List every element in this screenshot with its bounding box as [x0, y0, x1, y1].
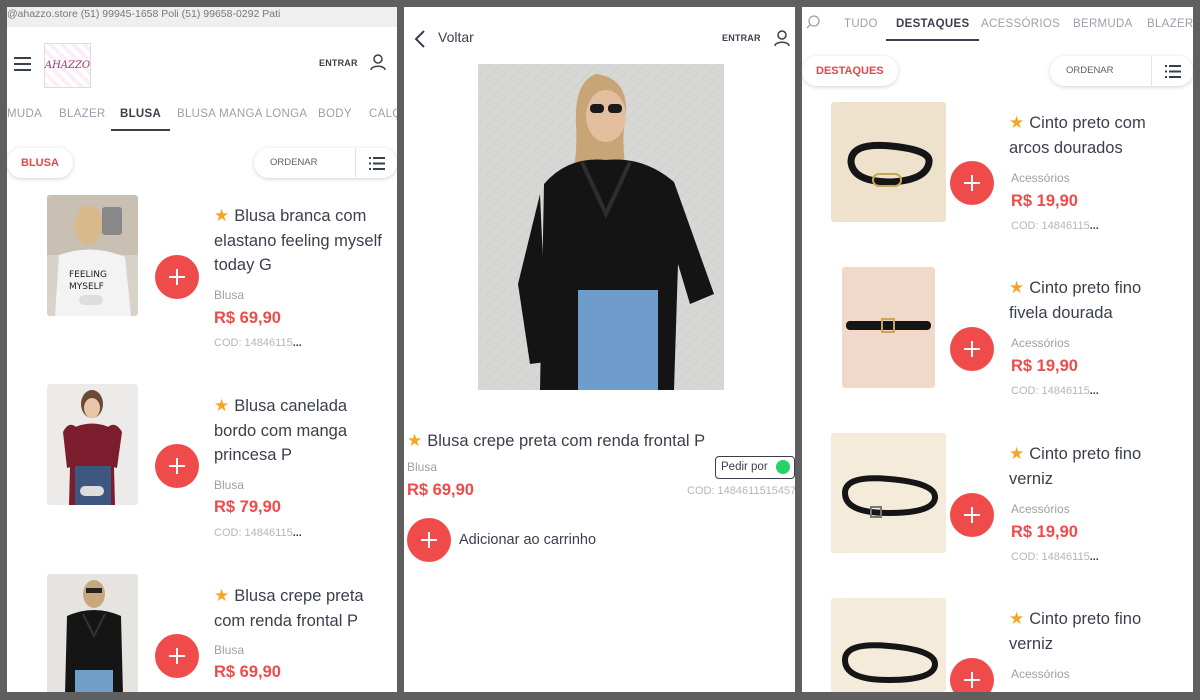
product-code: COD: 14846115...	[214, 337, 302, 349]
sort-button[interactable]: ORDENAR POR	[1050, 56, 1153, 86]
product-price: R$ 19,90	[1011, 523, 1078, 541]
svg-text:FEELING: FEELING	[69, 270, 107, 280]
product-title[interactable]: ★ Cinto preto fino verniz	[1009, 607, 1174, 656]
active-filter-chip[interactable]: BLUSA	[7, 148, 73, 178]
product-category: Blusa	[214, 478, 245, 492]
product-code: COD: 14846115...	[1011, 385, 1099, 397]
sort-control: ORDENAR POR	[254, 148, 397, 178]
svg-text:MYSELF: MYSELF	[69, 282, 104, 292]
product-image-blusa-canelada[interactable]	[47, 384, 138, 505]
product-price: R$ 79,90	[214, 498, 281, 516]
product-image-cinto-fivela[interactable]	[842, 267, 935, 388]
product-code: COD: 14846115...	[214, 527, 302, 539]
star-icon: ★	[1009, 609, 1025, 628]
product-image-cinto-verniz[interactable]	[831, 433, 946, 553]
star-icon: ★	[1009, 278, 1025, 297]
star-icon: ★	[1009, 113, 1025, 132]
sort-button[interactable]: ORDENAR POR	[254, 148, 357, 178]
star-icon: ★	[214, 206, 230, 225]
product-category: Acessórios	[1011, 502, 1070, 516]
star-icon: ★	[214, 586, 230, 605]
tab-body[interactable]: BODY	[318, 97, 352, 131]
product-title[interactable]: ★ Blusa crepe preta com renda frontal P	[214, 584, 394, 633]
product-main-image[interactable]	[478, 64, 724, 390]
category-tabs: TUDO DESTAQUES ACESSÓRIOS BERMUDA BLAZER	[802, 7, 1193, 41]
product-title[interactable]: ★ Blusa canelada bordo com manga princesa…	[214, 394, 384, 468]
add-to-cart-label[interactable]: Adicionar ao carrinho	[459, 532, 596, 548]
product-code: COD: 14846115...	[1011, 220, 1099, 232]
star-icon: ★	[1009, 444, 1025, 463]
product-image-cinto-verniz-2[interactable]	[831, 598, 946, 692]
login-link[interactable]: ENTRAR	[722, 33, 761, 43]
add-to-cart-button[interactable]	[155, 255, 199, 299]
product-category: Acessórios	[1011, 171, 1070, 185]
user-icon[interactable]	[369, 53, 387, 71]
order-whatsapp-button[interactable]: Pedir por	[715, 456, 795, 479]
tab-bermuda[interactable]: BERMUDA	[1073, 7, 1133, 41]
tab-acessorios[interactable]: ACESSÓRIOS	[981, 7, 1060, 41]
category-panel-blusa: @ahazzo.store (51) 99945-1658 Poli (51) …	[7, 7, 397, 692]
category-panel-destaques: TUDO DESTAQUES ACESSÓRIOS BERMUDA BLAZER…	[802, 7, 1193, 692]
product-category: Blusa	[214, 288, 245, 302]
product-code: COD: 14846115154575	[687, 485, 795, 497]
star-icon: ★	[214, 396, 230, 415]
product-price: R$ 69,90	[214, 663, 281, 681]
product-category: Acessórios	[1011, 667, 1070, 681]
add-to-cart-button[interactable]	[950, 161, 994, 205]
tab-blusa-manga-longa[interactable]: BLUSA MANGA LONGA	[177, 97, 307, 131]
sort-control: ORDENAR POR	[1050, 56, 1193, 86]
product-category: Blusa	[407, 460, 438, 474]
active-filter-chip[interactable]: DESTAQUES	[802, 56, 898, 86]
star-icon: ★	[407, 431, 423, 450]
menu-icon[interactable]	[14, 57, 31, 75]
product-title[interactable]: ★ Blusa branca com elastano feeling mysel…	[214, 204, 384, 278]
product-category: Blusa	[214, 643, 245, 657]
tab-tudo[interactable]: TUDO	[844, 7, 878, 41]
product-price: R$ 69,90	[407, 481, 474, 499]
product-detail-panel: Voltar ENTRAR ★ Blusa crepe preta com ren…	[404, 7, 795, 692]
product-category: Acessórios	[1011, 336, 1070, 350]
product-price: R$ 69,90	[214, 309, 281, 327]
tab-muda[interactable]: MUDA	[7, 97, 42, 131]
product-image-blusa-branca[interactable]: FEELING MYSELF	[47, 195, 138, 316]
add-to-cart-button[interactable]	[950, 327, 994, 371]
product-title[interactable]: ★ Cinto preto fino fivela dourada	[1009, 276, 1174, 325]
list-view-icon[interactable]	[356, 148, 397, 178]
product-title: ★ Blusa crepe preta com renda frontal P	[407, 431, 706, 450]
back-button[interactable]: Voltar	[438, 29, 474, 45]
product-price: R$ 19,90	[1011, 192, 1078, 210]
tab-blazer[interactable]: BLAZER	[1147, 7, 1193, 41]
user-icon[interactable]	[773, 29, 791, 47]
add-to-cart-button[interactable]	[950, 493, 994, 537]
category-tabs: MUDA BLAZER BLUSA BLUSA MANGA LONGA BODY…	[7, 97, 397, 131]
tab-blazer[interactable]: BLAZER	[59, 97, 106, 131]
list-view-icon[interactable]	[1152, 56, 1193, 86]
back-arrow-icon[interactable]	[414, 29, 426, 49]
product-code: COD: 14846115...	[1011, 551, 1099, 563]
whatsapp-icon	[776, 460, 790, 474]
add-to-cart-button[interactable]	[950, 658, 994, 692]
product-title[interactable]: ★ Cinto preto com arcos dourados	[1009, 111, 1174, 160]
add-to-cart-button[interactable]	[155, 444, 199, 488]
login-link[interactable]: ENTRAR	[319, 58, 358, 68]
add-to-cart-button[interactable]	[155, 634, 199, 678]
product-image-blusa-crepe[interactable]	[47, 574, 138, 692]
product-title[interactable]: ★ Cinto preto fino verniz	[1009, 442, 1174, 491]
add-to-cart-button[interactable]	[407, 518, 451, 562]
order-whatsapp-label: Pedir por	[721, 461, 768, 473]
tab-calca[interactable]: CALÇ	[369, 97, 397, 131]
product-price: R$ 19,90	[1011, 357, 1078, 375]
contact-bar: @ahazzo.store (51) 99945-1658 Poli (51) …	[7, 7, 397, 27]
store-logo[interactable]: AHAZZO	[44, 43, 91, 88]
product-image-cinto-arcos[interactable]	[831, 102, 946, 222]
tab-blusa[interactable]: BLUSA	[111, 97, 171, 131]
tab-destaques[interactable]: DESTAQUES	[886, 7, 980, 41]
